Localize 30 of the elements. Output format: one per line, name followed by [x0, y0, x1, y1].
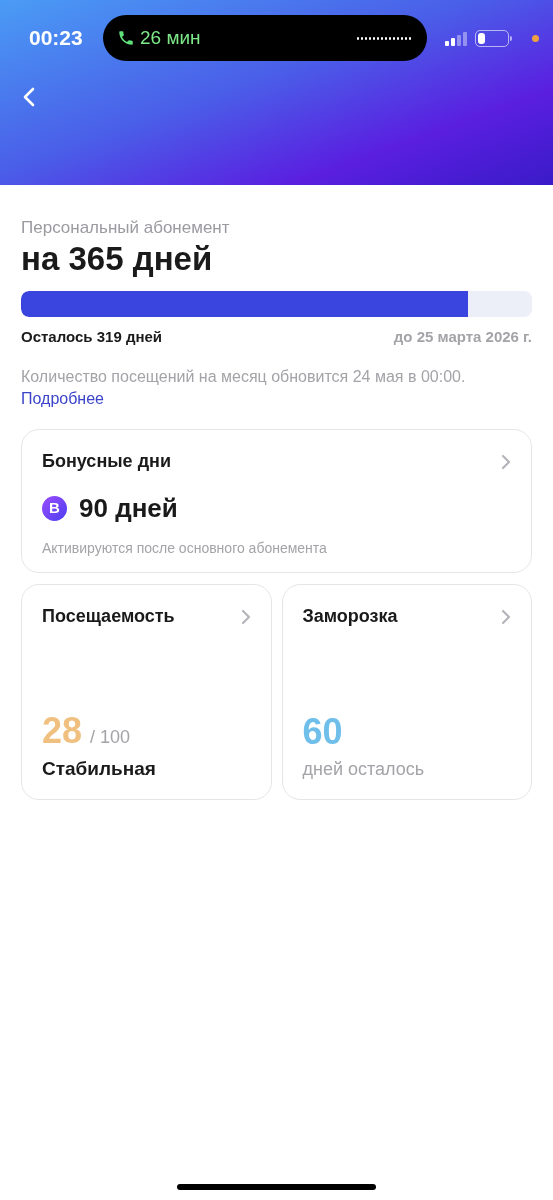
remaining-days: Осталось 319 дней [21, 327, 163, 347]
stat-tile[interactable]: Посещаемость 28 / 100 Стабильная [21, 584, 272, 800]
waveform-icon [357, 36, 411, 40]
bonus-value: 90 дней [79, 492, 178, 525]
stat-tile[interactable]: Заморозка 60 дней осталось [281, 584, 532, 800]
signal-icon [445, 30, 467, 46]
end-date: до 25 марта 2026 г. [393, 327, 532, 347]
subscription-title: на 365 дней [21, 239, 214, 279]
card-title: Бонусные дни [42, 450, 171, 473]
more-link[interactable]: Подробнее [21, 390, 104, 407]
subscription-label: Персональный абонемент [21, 218, 231, 238]
tile-value: 28 [42, 710, 83, 751]
tile-value: 60 [302, 712, 343, 752]
tile-title: Посещаемость [42, 605, 175, 628]
status-time: 00:23 [29, 25, 84, 52]
card-caption: Активируются после основного абонемента [42, 539, 328, 558]
tile-caption: дней осталось [302, 758, 426, 781]
battery-icon [475, 29, 512, 47]
chevron-icon [501, 608, 511, 625]
tile-caption: Стабильная [42, 756, 157, 781]
update-note: Количество посещений на месяц обновится 24 мая в 00:00. Подробнее [21, 367, 467, 409]
call-duration: 26 мин [140, 25, 201, 50]
bonus-badge: В [42, 496, 67, 521]
bonus-card[interactable]: Бонусные дни В 90 дней Активируются после основного абонемента [21, 429, 532, 573]
tile-title: Заморозка [302, 605, 398, 628]
phone-icon [117, 29, 135, 47]
tile-max: / 100 [90, 725, 131, 749]
chevron-icon [501, 453, 511, 470]
chevron-icon [240, 608, 251, 625]
call-pill[interactable]: 26 мин [103, 15, 427, 61]
